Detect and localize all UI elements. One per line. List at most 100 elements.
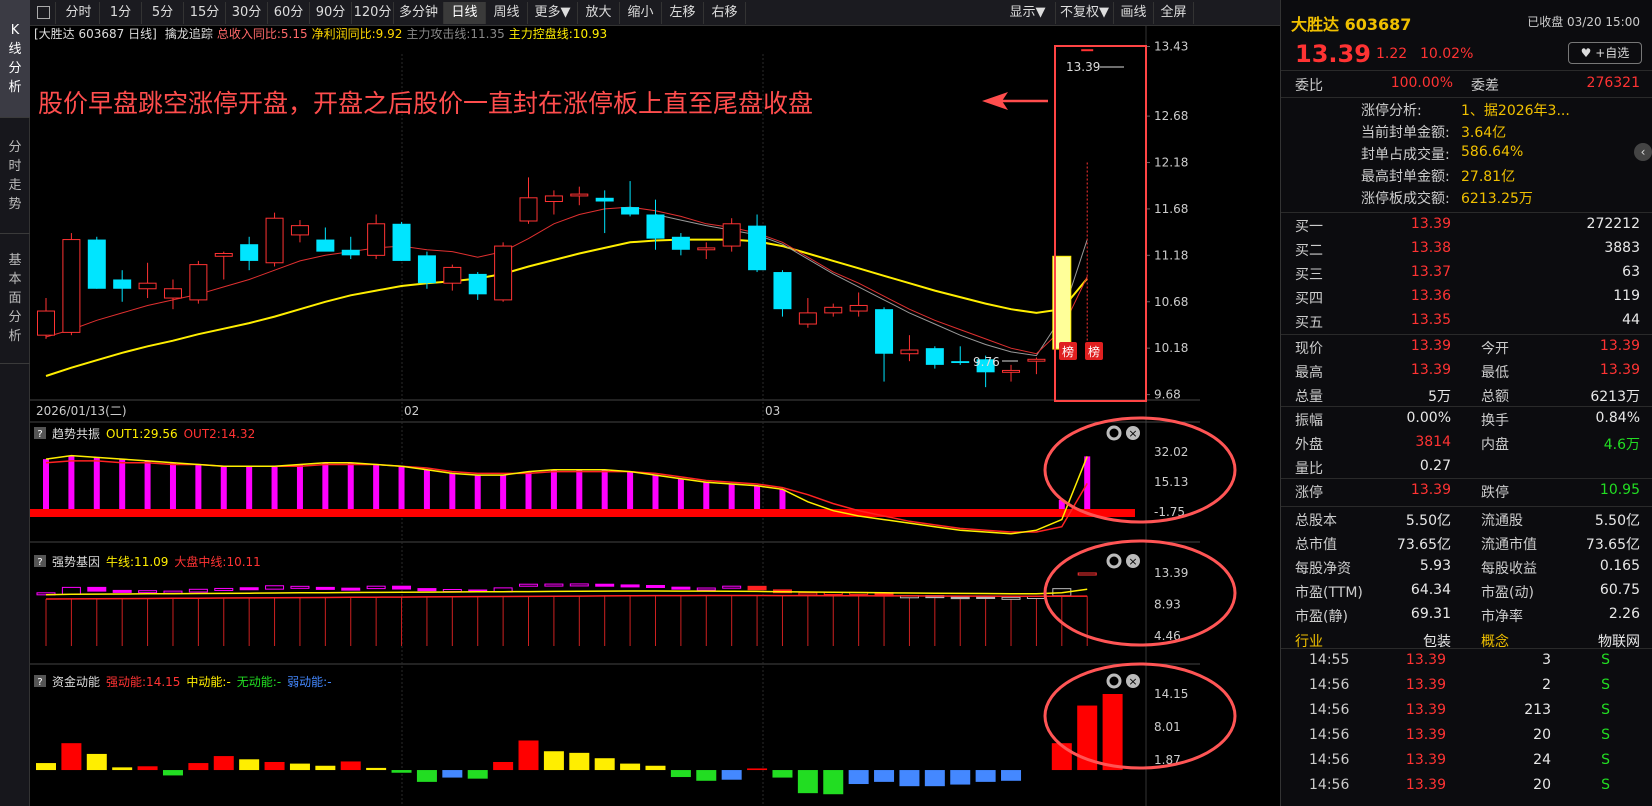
- bid-price: 13.36: [1410, 288, 1451, 304]
- toolbar-btn-14[interactable]: 左移: [662, 2, 704, 24]
- candle-21[interactable]: [570, 186, 589, 206]
- sub3-bar: [924, 770, 945, 787]
- candle-11[interactable]: [316, 227, 335, 252]
- toolbar-right-btn-3[interactable]: 全屏: [1154, 2, 1194, 24]
- candle-18[interactable]: [494, 242, 513, 302]
- candle-15[interactable]: [417, 251, 436, 289]
- left-side-tabs: K线分析分时走势基本面分析: [0, 0, 30, 806]
- list-badge-0[interactable]: 榜: [1059, 342, 1077, 360]
- toolbar-right-btn-1[interactable]: 不复权▼: [1056, 2, 1114, 24]
- candle-10[interactable]: [290, 220, 309, 243]
- toolbar-right-btn-0[interactable]: 显示▼: [1000, 2, 1056, 24]
- candle-32[interactable]: [849, 292, 868, 317]
- candle-34[interactable]: [900, 335, 919, 362]
- candle-24[interactable]: [646, 199, 665, 250]
- subpanel-header-2: ? 强势基因 牛线:11.09 大盘中线:10.11 ×: [34, 553, 1140, 569]
- candle-25[interactable]: [671, 233, 690, 256]
- tab-2[interactable]: 基本面分析: [0, 234, 30, 364]
- candle-27[interactable]: [722, 218, 741, 252]
- subpanel-title: 趋势共振: [52, 427, 100, 441]
- candle-8[interactable]: [240, 236, 259, 271]
- tab-1[interactable]: 分时走势: [0, 118, 30, 234]
- highlight-circle-3: [1043, 662, 1237, 770]
- gear-icon[interactable]: [1106, 673, 1122, 689]
- sub1-bar: [373, 464, 380, 512]
- candle-35[interactable]: [925, 346, 944, 369]
- candle-26[interactable]: [697, 242, 716, 260]
- toolbar-btn-5[interactable]: 60分: [268, 2, 310, 24]
- candle-20[interactable]: [544, 190, 563, 215]
- toolbar-btn-10[interactable]: 周线: [486, 2, 528, 24]
- collapse-arrow-icon[interactable]: ‹: [1634, 143, 1652, 161]
- sub2-bar: [214, 587, 234, 591]
- candle-13[interactable]: [367, 214, 386, 260]
- candle-30[interactable]: [798, 298, 817, 328]
- toolbar-btn-11[interactable]: 更多▼: [528, 2, 578, 24]
- quote-panel: 大胜达 603687 已收盘 03/20 15:00 13.39 1.22 10…: [1280, 0, 1652, 806]
- toolbar-btn-12[interactable]: 放大: [578, 2, 620, 24]
- candle-31[interactable]: [824, 303, 843, 317]
- toolbar-btn-8[interactable]: 多分钟: [394, 2, 444, 24]
- list-badge-1[interactable]: 榜: [1085, 342, 1103, 360]
- gear-icon[interactable]: [1106, 553, 1122, 569]
- candle-6[interactable]: [189, 260, 208, 304]
- tick-price: 13.39: [1405, 752, 1446, 768]
- toolbar-btn-15[interactable]: 右移: [704, 2, 746, 24]
- candle-16[interactable]: [443, 264, 462, 291]
- sub2-bar: [138, 590, 158, 594]
- candle-22[interactable]: [595, 190, 614, 234]
- candle-0[interactable]: [37, 298, 55, 339]
- toolbar-btn-1[interactable]: 1分: [100, 2, 142, 24]
- toolbar-right-btn-2[interactable]: 画线: [1114, 2, 1154, 24]
- kline-chart[interactable]: [大胜达 603687 日线] 擒龙追踪 总收入同比:5.15 净利润同比:9.92 主…: [30, 26, 1280, 806]
- sub3-bar: [975, 770, 996, 782]
- quote-label: 涨停: [1295, 485, 1323, 501]
- gear-icon[interactable]: [1106, 425, 1122, 441]
- candle-36[interactable]: [951, 346, 970, 365]
- candle-19[interactable]: [519, 177, 538, 224]
- quote-value: 64.34: [1410, 582, 1451, 598]
- candle-9[interactable]: [265, 212, 284, 267]
- candle-23[interactable]: [621, 181, 640, 217]
- toolbar-btn-13[interactable]: 缩小: [620, 2, 662, 24]
- quote-label: 外盘: [1295, 437, 1323, 453]
- toolbar-btn-3[interactable]: 15分: [184, 2, 226, 24]
- quote-value: 6213万: [1590, 389, 1640, 405]
- candle-17[interactable]: [468, 272, 487, 300]
- candle-body: [1002, 369, 1021, 373]
- sub1-bar: [144, 460, 151, 512]
- candle-38[interactable]: [1002, 364, 1021, 382]
- toolbar-toggle-button[interactable]: [32, 2, 56, 24]
- sub1-bar: [169, 462, 176, 512]
- candle-39[interactable]: [1027, 357, 1046, 375]
- candle-33[interactable]: [875, 307, 894, 382]
- candle-29[interactable]: [773, 270, 792, 317]
- candle-14[interactable]: [392, 221, 411, 261]
- sub1-bar: [119, 459, 126, 512]
- candle-5[interactable]: [163, 279, 182, 310]
- chart-area[interactable]: [大胜达 603687 日线] 擒龙追踪 总收入同比:5.15 净利润同比:9.92 主…: [30, 26, 1280, 806]
- tab-0[interactable]: K线分析: [0, 0, 30, 118]
- candle-2[interactable]: [87, 236, 106, 289]
- toolbar-btn-4[interactable]: 30分: [226, 2, 268, 24]
- candle-12[interactable]: [341, 236, 360, 260]
- quote-value: 10.95: [1599, 482, 1640, 498]
- candle-1[interactable]: [62, 233, 81, 336]
- tick-side: S: [1601, 677, 1610, 693]
- subpanel-header-1: ? 趋势共振 OUT1:29.56 OUT2:14.32 ×: [34, 425, 1140, 441]
- candle-41[interactable]: [1081, 49, 1094, 356]
- sub2-bar: [950, 596, 970, 600]
- tick-side: S: [1601, 702, 1610, 718]
- toolbar-btn-6[interactable]: 90分: [310, 2, 352, 24]
- candle-body: [951, 361, 970, 364]
- toolbar-btn-9[interactable]: 日线: [444, 2, 486, 24]
- candle-4[interactable]: [138, 262, 157, 299]
- badge-text: 榜: [1088, 344, 1100, 359]
- toolbar-btn-0[interactable]: 分时: [58, 2, 100, 24]
- toolbar-btn-2[interactable]: 5分: [142, 2, 184, 24]
- candle-3[interactable]: [113, 270, 132, 302]
- add-favorite-button[interactable]: ♥ +自选: [1568, 42, 1642, 64]
- candle-7[interactable]: [214, 251, 233, 280]
- price-change: 1.22: [1376, 46, 1408, 62]
- toolbar-btn-7[interactable]: 120分: [352, 2, 394, 24]
